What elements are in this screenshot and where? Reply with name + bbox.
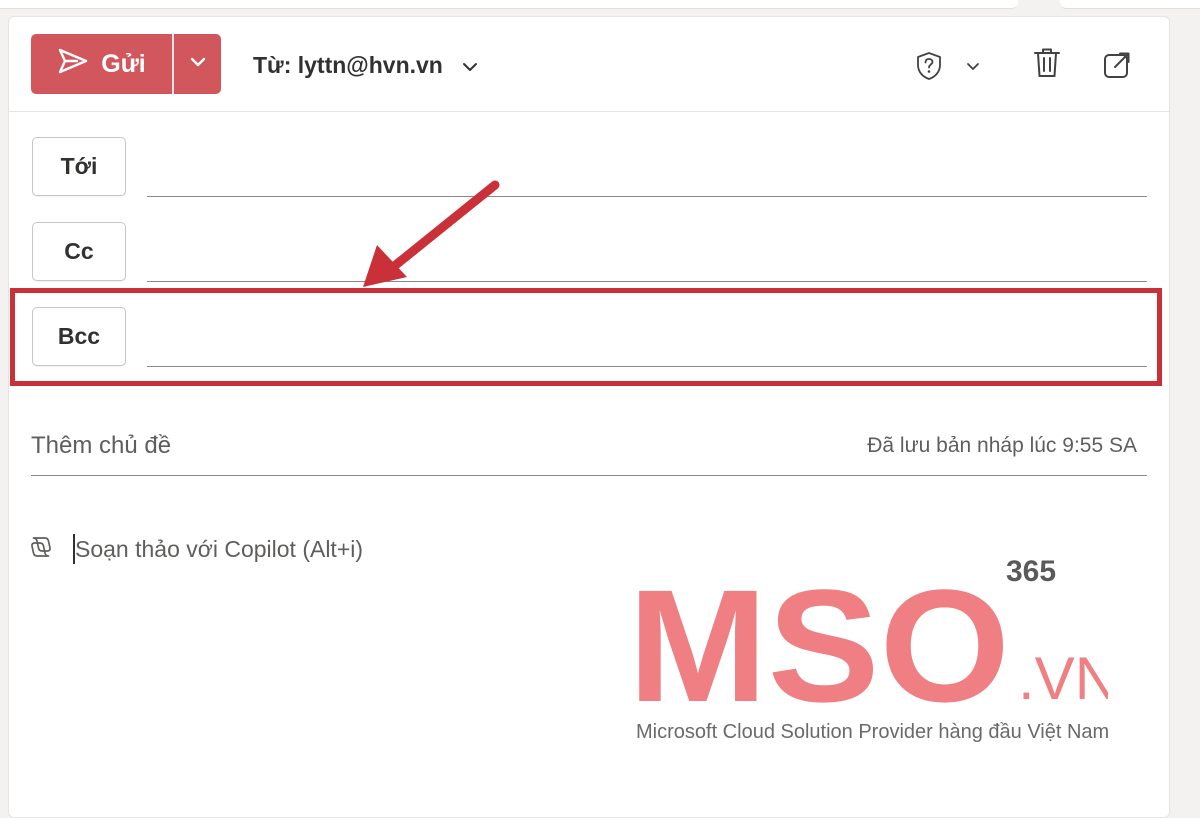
copilot-prompt-text: Soạn thảo với Copilot (Alt+i) (75, 535, 364, 562)
from-account-selector[interactable]: Từ: lyttn@hvn.vn (253, 47, 479, 83)
trash-icon (1032, 46, 1062, 85)
copilot-prompt[interactable]: Soạn thảo với Copilot (Alt+i) (27, 529, 363, 569)
send-button[interactable]: Gửi (31, 34, 172, 94)
subject-row: Đã lưu bản nháp lúc 9:55 SA (31, 422, 1147, 476)
copilot-icon (27, 533, 55, 566)
draft-saved-status: Đã lưu bản nháp lúc 9:55 SA (867, 434, 1137, 457)
sensitivity-button[interactable] (909, 48, 949, 88)
bcc-button[interactable]: Bcc (32, 307, 126, 366)
discard-button[interactable] (1027, 45, 1067, 85)
paper-plane-icon (57, 47, 89, 82)
pop-out-button[interactable] (1097, 47, 1137, 87)
cc-button[interactable]: Cc (32, 222, 126, 281)
send-divider (172, 34, 174, 94)
pop-out-icon (1101, 49, 1133, 86)
sensitivity-dropdown[interactable] (959, 52, 987, 84)
top-strip-right (1060, 0, 1200, 9)
from-label: Từ: lyttn@hvn.vn (253, 51, 443, 78)
compose-pane: Gửi Từ: lyttn@hvn.vn Tới Cc Bcc Thêm chủ… (8, 16, 1170, 818)
shield-question-icon (915, 51, 943, 86)
bcc-row: Bcc (9, 307, 1169, 371)
chevron-down-icon (965, 59, 981, 77)
chevron-down-icon (189, 55, 207, 73)
to-row: Tới (9, 137, 1169, 201)
cc-input[interactable] (147, 222, 1147, 282)
send-button-group: Gửi (31, 34, 221, 94)
toolbar-divider (9, 111, 1169, 112)
bcc-input[interactable] (147, 307, 1147, 367)
compose-toolbar: Gửi Từ: lyttn@hvn.vn (9, 17, 1169, 111)
chevron-down-icon (461, 52, 479, 79)
to-input[interactable] (147, 137, 1147, 197)
to-button[interactable]: Tới (32, 137, 126, 196)
send-label: Gửi (101, 49, 146, 78)
subject-input[interactable] (31, 422, 791, 470)
cc-row: Cc (9, 222, 1169, 286)
top-strip-left (0, 0, 1018, 9)
send-options-button[interactable] (174, 34, 221, 94)
